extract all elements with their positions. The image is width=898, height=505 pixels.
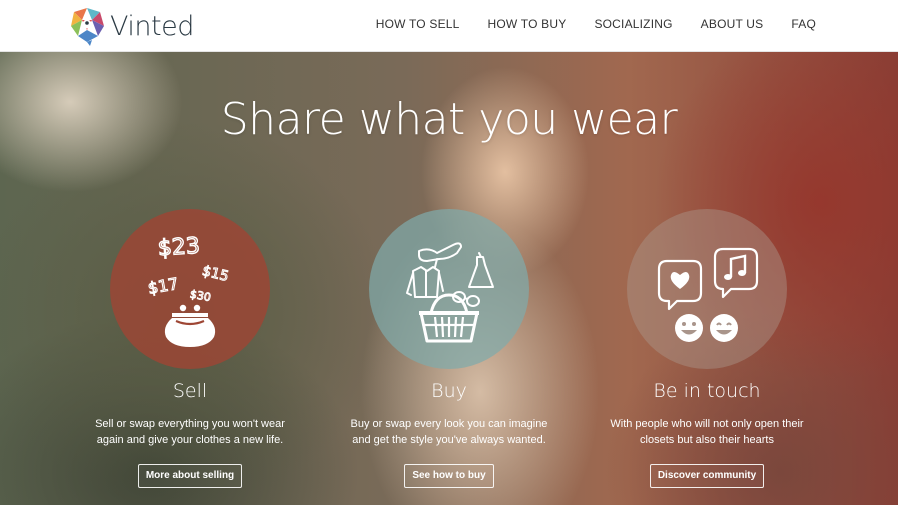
shopping-basket-icon — [406, 242, 494, 343]
price-tag-30: $30 — [189, 288, 212, 304]
hero-banner: Share what you wear $23 $15 $17 $30 Sell… — [0, 52, 898, 505]
coin-purse-icon: $23 $15 $17 $30 — [146, 233, 231, 347]
feature-title-buy: Buy — [431, 380, 467, 402]
touch-circle — [627, 209, 787, 369]
vinted-logo-icon — [71, 8, 104, 46]
hero-headline: Share what you wear — [220, 94, 678, 145]
nav-faq[interactable]: FAQ — [791, 17, 816, 31]
nav-about-us[interactable]: ABOUT US — [701, 17, 764, 31]
vinted-logo[interactable]: Vinted — [68, 5, 194, 47]
price-tag-23: $23 — [157, 234, 201, 262]
buy-circle — [369, 209, 529, 369]
feature-sell: $23 $15 $17 $30 Sell Sell or swap everyt… — [60, 209, 320, 488]
feature-desc-buy: Buy or swap every look you can imagine a… — [350, 418, 548, 446]
nav-socializing[interactable]: SOCIALIZING — [594, 17, 672, 31]
sell-circle: $23 $15 $17 $30 — [110, 209, 270, 369]
feature-title-be-in-touch: Be in touch — [653, 380, 761, 402]
top-navigation-bar: Vinted HOW TO SELL HOW TO BUY SOCIALIZIN… — [0, 0, 898, 52]
feature-title-sell: Sell — [172, 380, 208, 402]
chat-bubbles-icon — [657, 247, 759, 342]
nav-how-to-sell[interactable]: HOW TO SELL — [376, 17, 460, 31]
feature-desc-sell: Sell or swap everything you won't wear a… — [95, 418, 285, 446]
more-about-selling-button[interactable]: More about selling — [137, 464, 243, 488]
feature-desc-be-in-touch: With people who will not only open their… — [610, 418, 804, 446]
see-how-to-buy-button[interactable]: See how to buy — [404, 464, 494, 488]
discover-community-button[interactable]: Discover community — [649, 464, 765, 488]
feature-buy: Buy Buy or swap every look you can imagi… — [319, 209, 579, 488]
nav-how-to-buy[interactable]: HOW TO BUY — [488, 17, 567, 31]
brand-name: Vinted — [110, 10, 194, 42]
price-tag-15: $15 — [200, 263, 230, 285]
feature-be-in-touch: Be in touch With people who will not onl… — [577, 209, 837, 488]
main-nav: HOW TO SELL HOW TO BUY SOCIALIZING ABOUT… — [376, 0, 816, 48]
price-tag-17: $17 — [146, 274, 179, 298]
